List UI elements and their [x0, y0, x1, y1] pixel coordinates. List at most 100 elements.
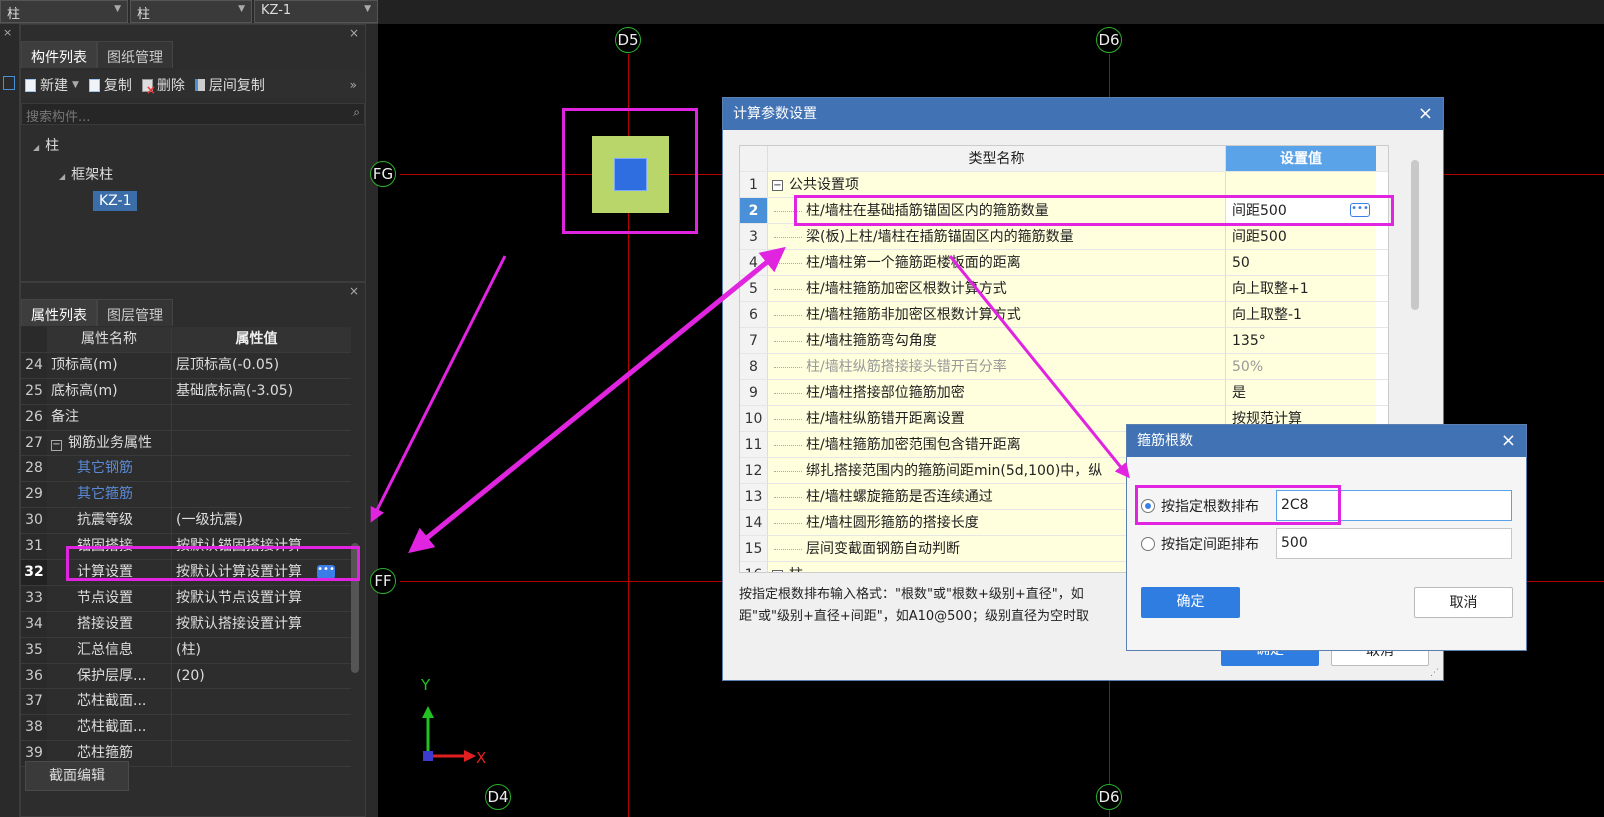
setting-value[interactable]: 50: [1226, 250, 1376, 275]
setting-value[interactable]: 向上取整+1: [1226, 276, 1376, 301]
expand-icon[interactable]: ◢: [33, 143, 39, 152]
search-icon[interactable]: ⌕: [353, 105, 360, 120]
property-value[interactable]: 按默认节点设置计算: [171, 585, 341, 611]
expand-icon[interactable]: ◢: [59, 172, 65, 181]
close-icon[interactable]: ×: [349, 284, 359, 298]
radio-by-spacing[interactable]: 按指定间距排布: [1141, 528, 1259, 560]
setting-name: 柱/墙柱纵筋搭接接头错开百分率: [768, 354, 1226, 379]
tree-node-kz1[interactable]: KZ-1: [93, 191, 138, 211]
collapse-icon[interactable]: −: [772, 569, 783, 572]
setting-label: 柱/墙柱螺旋箍筋是否连续通过: [806, 489, 993, 505]
combo-value: 柱: [7, 7, 21, 22]
tree-node-frame-column[interactable]: ◢ 框架柱: [59, 164, 113, 184]
table-row[interactable]: 3 梁(板)上柱/墙柱在插筋锚固区内的箍筋数量 间距500: [740, 224, 1388, 250]
tab-component-list[interactable]: 构件列表: [21, 41, 97, 68]
table-row[interactable]: 7 柱/墙柱箍筋弯勾角度 135°: [740, 328, 1388, 354]
panel-splitter[interactable]: [366, 24, 378, 817]
collapse-icon[interactable]: −: [51, 439, 62, 451]
property-name: 其它钢筋: [77, 460, 133, 477]
property-value[interactable]: [171, 689, 341, 715]
setting-value[interactable]: 向上取整-1: [1226, 302, 1376, 327]
property-value[interactable]: (一级抗震): [171, 508, 341, 534]
spacing-input[interactable]: 500: [1276, 528, 1512, 559]
floor-copy-button[interactable]: 层间复制: [194, 75, 265, 95]
property-name: 汇总信息: [77, 641, 133, 658]
table-row[interactable]: 29 其它箍筋: [21, 482, 351, 509]
property-value[interactable]: 按默认搭接设置计算: [171, 611, 341, 637]
table-row[interactable]: 34 搭接设置 按默认搭接设置计算: [21, 611, 351, 638]
group-label: 公共设置项: [789, 177, 859, 193]
table-row[interactable]: 4 柱/墙柱第一个箍筋距楼板面的距离 50: [740, 250, 1388, 276]
setting-value[interactable]: 间距500: [1226, 224, 1376, 249]
table-row[interactable]: 5 柱/墙柱箍筋加密区根数计算方式 向上取整+1: [740, 276, 1388, 302]
table-row[interactable]: 26 备注: [21, 404, 351, 431]
delete-icon: [141, 78, 156, 97]
element-name-combo[interactable]: KZ-1 ▼: [254, 0, 378, 23]
property-value[interactable]: (20): [171, 663, 341, 689]
resize-grip-icon[interactable]: ⋰: [1430, 668, 1439, 678]
table-row[interactable]: 36 保护层厚... (20): [21, 663, 351, 690]
more-icon[interactable]: »: [350, 78, 357, 92]
row-number: 5: [740, 276, 768, 301]
table-row[interactable]: 35 汇总信息 (柱): [21, 637, 351, 664]
table-header: 类型名称 设置值: [740, 146, 1388, 172]
table-row[interactable]: 28 其它钢筋: [21, 456, 351, 483]
ok-button[interactable]: 确定: [1141, 587, 1240, 618]
tab-layer-management[interactable]: 图层管理: [97, 299, 173, 326]
tab-property-list[interactable]: 属性列表: [21, 299, 97, 326]
new-button[interactable]: 新建 ▼: [25, 75, 79, 95]
setting-name: 柱/墙柱搭接部位箍筋加密: [768, 380, 1226, 405]
ucs-x-label: X: [476, 749, 487, 767]
property-value[interactable]: (柱): [171, 637, 341, 663]
property-value[interactable]: [171, 456, 341, 482]
row-number: 37: [21, 689, 47, 715]
table-row[interactable]: 9 柱/墙柱搭接部位箍筋加密 是: [740, 380, 1388, 406]
row-number: 29: [21, 482, 47, 508]
chevron-down-icon: ▼: [72, 80, 79, 90]
table-row[interactable]: 38 芯柱截面...: [21, 715, 351, 742]
collapse-icon[interactable]: −: [772, 179, 783, 191]
table-row-disabled[interactable]: 8 柱/墙柱纵筋搭接接头错开百分率 50%: [740, 354, 1388, 380]
close-icon[interactable]: ×: [3, 26, 12, 39]
copy-icon: [88, 78, 100, 92]
component-search-input[interactable]: 搜索构件... ⌕: [21, 103, 365, 125]
setting-value[interactable]: 135°: [1226, 328, 1376, 353]
tree-node-column[interactable]: ◢ 柱: [33, 135, 59, 155]
table-row[interactable]: 25 底标高(m) 基础底标高(-3.05): [21, 378, 351, 405]
row-number: 6: [740, 302, 768, 327]
table-row[interactable]: 27 − 钢筋业务属性: [21, 430, 351, 457]
table-row[interactable]: 24 顶标高(m) 层顶标高(-0.05): [21, 352, 351, 379]
property-value[interactable]: 层顶标高(-0.05): [171, 352, 341, 378]
property-name: 芯柱截面...: [77, 719, 147, 736]
table-row[interactable]: 6 柱/墙柱箍筋非加密区根数计算方式 向上取整-1: [740, 302, 1388, 328]
component-toolbar: 新建 ▼ 复制 删除 层间复制 »: [21, 71, 365, 99]
row-number: 34: [21, 611, 47, 637]
delete-label: 删除: [156, 78, 185, 94]
property-table-header: 属性名称 属性值: [21, 327, 351, 353]
tree-label: 柱: [45, 138, 60, 154]
setting-value[interactable]: 是: [1226, 380, 1376, 405]
property-value[interactable]: [171, 741, 341, 767]
table-row[interactable]: 33 节点设置 按默认节点设置计算: [21, 585, 351, 612]
cancel-button[interactable]: 取消: [1414, 587, 1513, 618]
property-value[interactable]: [171, 404, 341, 430]
property-value[interactable]: [171, 715, 341, 741]
scrollbar[interactable]: [1411, 160, 1419, 310]
delete-button[interactable]: 删除: [141, 75, 185, 97]
table-row[interactable]: 30 抗震等级 (一级抗震): [21, 508, 351, 535]
radio-unchecked-icon[interactable]: [1141, 537, 1155, 551]
property-value[interactable]: 基础底标高(-3.05): [171, 378, 341, 404]
close-icon[interactable]: ×: [1418, 98, 1433, 130]
layer-icon[interactable]: [3, 76, 15, 90]
copy-button[interactable]: 复制: [88, 75, 132, 95]
table-row[interactable]: 37 芯柱截面...: [21, 689, 351, 716]
setting-label: 柱/墙柱第一个箍筋距楼板面的距离: [806, 255, 1021, 271]
setting-label: 柱/墙柱箍筋非加密区根数计算方式: [806, 307, 1021, 323]
close-icon[interactable]: ×: [1501, 425, 1516, 457]
section-edit-button[interactable]: 截面编辑: [25, 761, 129, 791]
tab-drawing-management[interactable]: 图纸管理: [97, 41, 173, 68]
close-icon[interactable]: ×: [349, 26, 359, 40]
element-type-combo[interactable]: 柱 ▼: [130, 0, 252, 23]
floor-type-combo[interactable]: 柱 ▼: [0, 0, 128, 23]
property-value[interactable]: [171, 482, 341, 508]
